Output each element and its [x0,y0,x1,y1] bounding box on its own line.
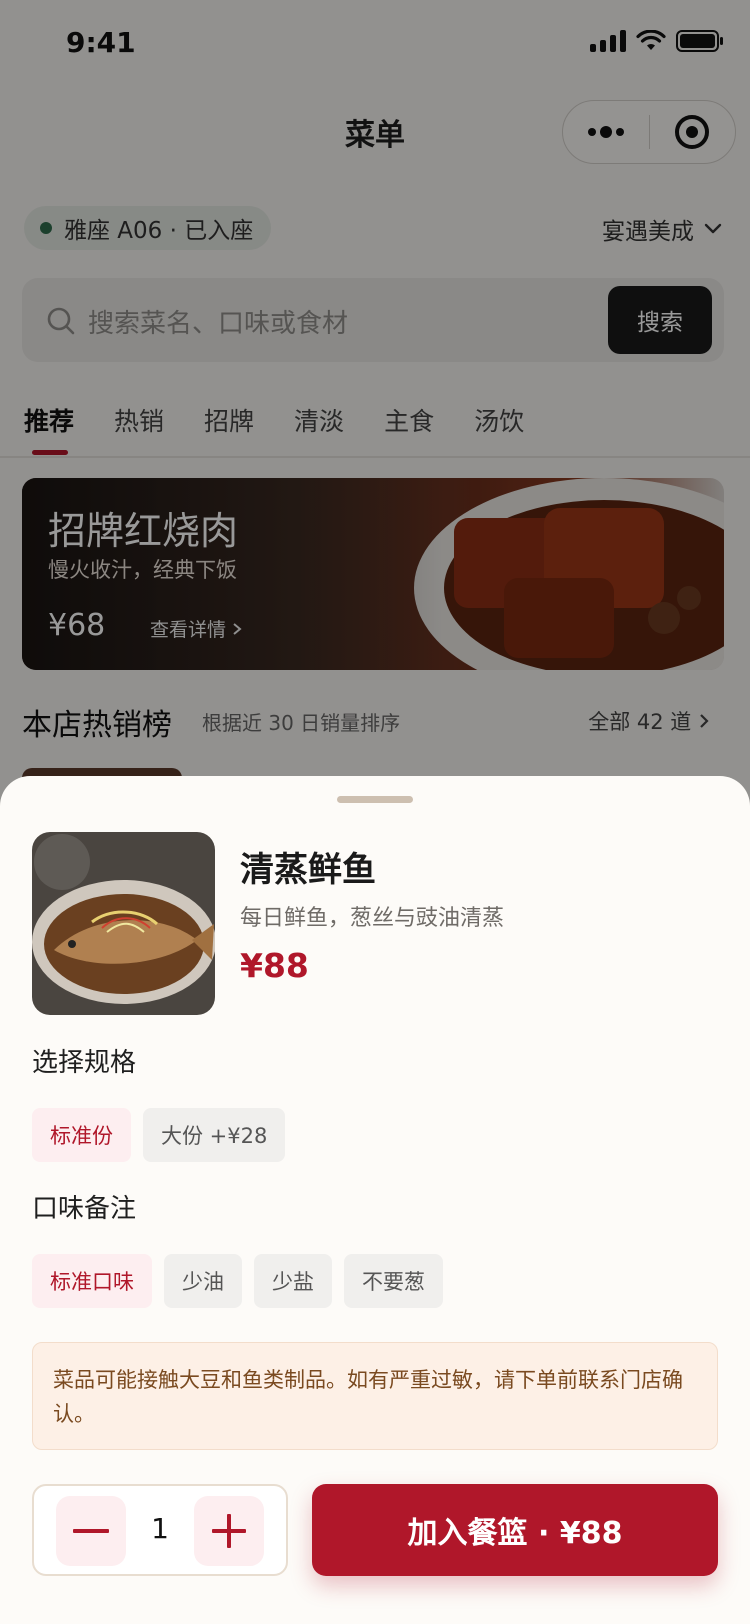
taste-options: 标准口味 少油 少盐 不要葱 [32,1254,443,1308]
dish-image [32,832,215,1015]
taste-option-less-oil[interactable]: 少油 [164,1254,242,1308]
taste-option-no-scallion[interactable]: 不要葱 [344,1254,443,1308]
sheet-drag-handle[interactable] [337,796,413,803]
taste-option-less-salt[interactable]: 少盐 [254,1254,332,1308]
increase-quantity-button[interactable] [194,1496,264,1566]
taste-option-standard[interactable]: 标准口味 [32,1254,152,1308]
allergy-notice: 菜品可能接触大豆和鱼类制品。如有严重过敏，请下单前联系门店确认。 [32,1342,718,1450]
plus-icon [212,1514,246,1548]
spec-option-standard[interactable]: 标准份 [32,1108,131,1162]
spec-option-large[interactable]: 大份 +¥28 [143,1108,286,1162]
dish-name: 清蒸鲜鱼 [240,850,376,890]
dish-description: 每日鲜鱼，葱丝与豉油清蒸 [240,906,505,931]
steamed-fish-image [32,832,215,1015]
dish-detail-sheet: 清蒸鲜鱼 每日鲜鱼，葱丝与豉油清蒸 ¥88 选择规格 标准份 大份 +¥28 口… [0,776,750,1624]
spec-options: 标准份 大份 +¥28 [32,1108,286,1162]
quantity-stepper: 1 [32,1484,288,1576]
taste-section-label: 口味备注 [32,1194,137,1224]
dish-price: ¥88 [240,946,309,985]
spec-section-label: 选择规格 [32,1048,137,1078]
add-to-basket-button[interactable]: 加入餐篮 · ¥88 [312,1484,718,1576]
